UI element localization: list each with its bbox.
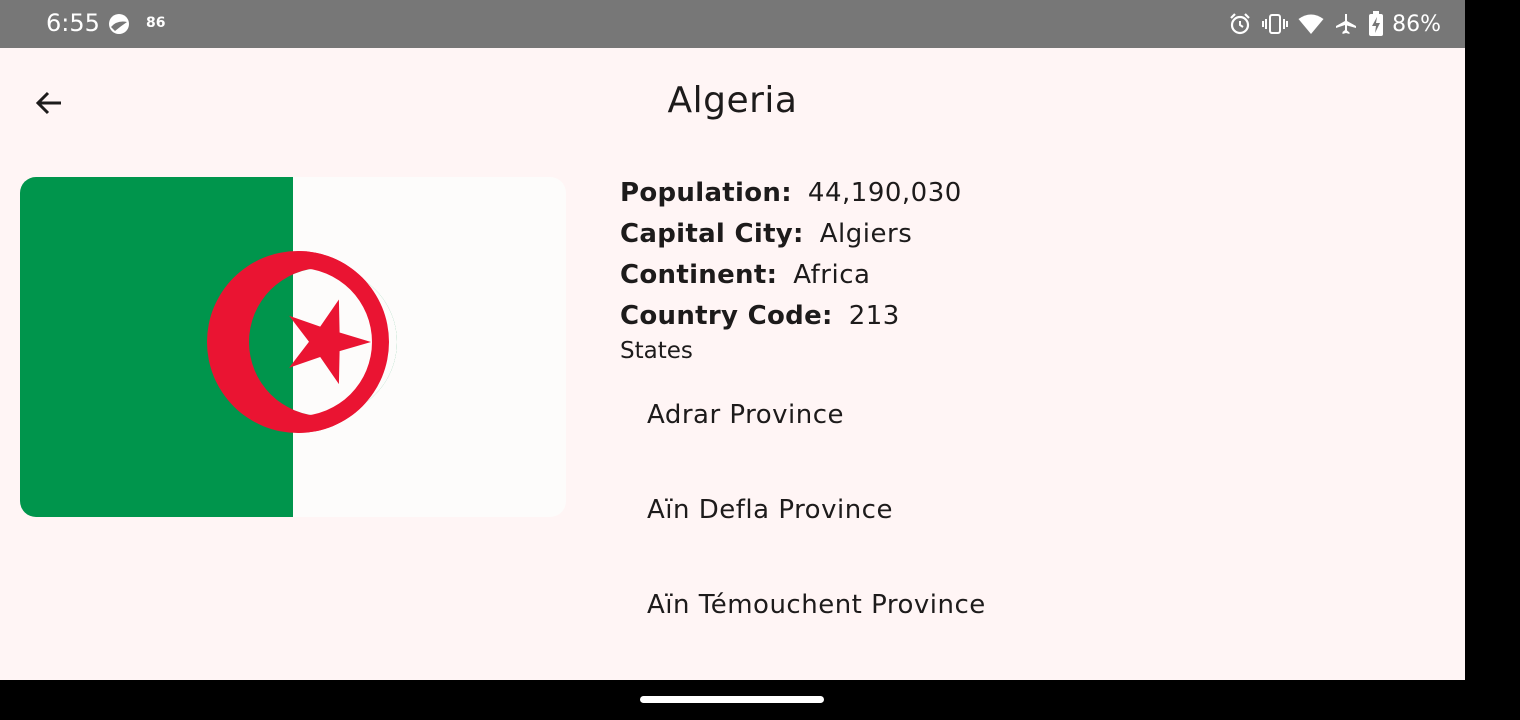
list-item[interactable]: Aïn Defla Province — [620, 463, 1420, 558]
continent-row: Continent: Africa — [620, 254, 962, 295]
states-heading: States — [620, 338, 693, 364]
country-code-label: Country Code: — [620, 300, 833, 331]
country-code-row: Country Code: 213 — [620, 295, 962, 336]
status-icons: 86% — [1228, 10, 1441, 38]
capital-label: Capital City: — [620, 218, 804, 249]
navigation-gesture-handle[interactable] — [640, 696, 824, 703]
page-title: Algeria — [667, 80, 798, 121]
app-screen: 6:55 86 86% Algeria Population: 44,190,0… — [0, 0, 1465, 680]
capital-row: Capital City: Algiers — [620, 213, 962, 254]
continent-value: Africa — [793, 259, 871, 290]
country-code-value: 213 — [848, 300, 900, 331]
capital-value: Algiers — [819, 218, 913, 249]
population-row: Population: 44,190,030 — [620, 172, 962, 213]
wifi-icon — [1298, 13, 1324, 35]
list-item[interactable]: Adrar Province — [620, 368, 1420, 463]
country-flag-image — [20, 177, 566, 517]
population-label: Population: — [620, 177, 792, 208]
status-time: 6:55 — [46, 9, 100, 37]
population-value: 44,190,030 — [807, 177, 962, 208]
airplane-mode-icon — [1334, 12, 1358, 36]
states-list[interactable]: Adrar Province Aïn Defla Province Aïn Té… — [620, 368, 1420, 653]
list-item[interactable]: Aïn Témouchent Province — [620, 558, 1420, 653]
status-bar: 6:55 86 86% — [0, 0, 1465, 48]
battery-charging-icon — [1368, 11, 1384, 37]
country-details: Population: 44,190,030 Capital City: Alg… — [620, 172, 962, 336]
app-notification-icon — [107, 12, 131, 36]
alarm-icon — [1228, 12, 1252, 36]
notification-count: 86 — [146, 15, 166, 31]
battery-percent: 86% — [1392, 11, 1441, 37]
continent-label: Continent: — [620, 259, 778, 290]
vibrate-icon — [1262, 12, 1289, 36]
